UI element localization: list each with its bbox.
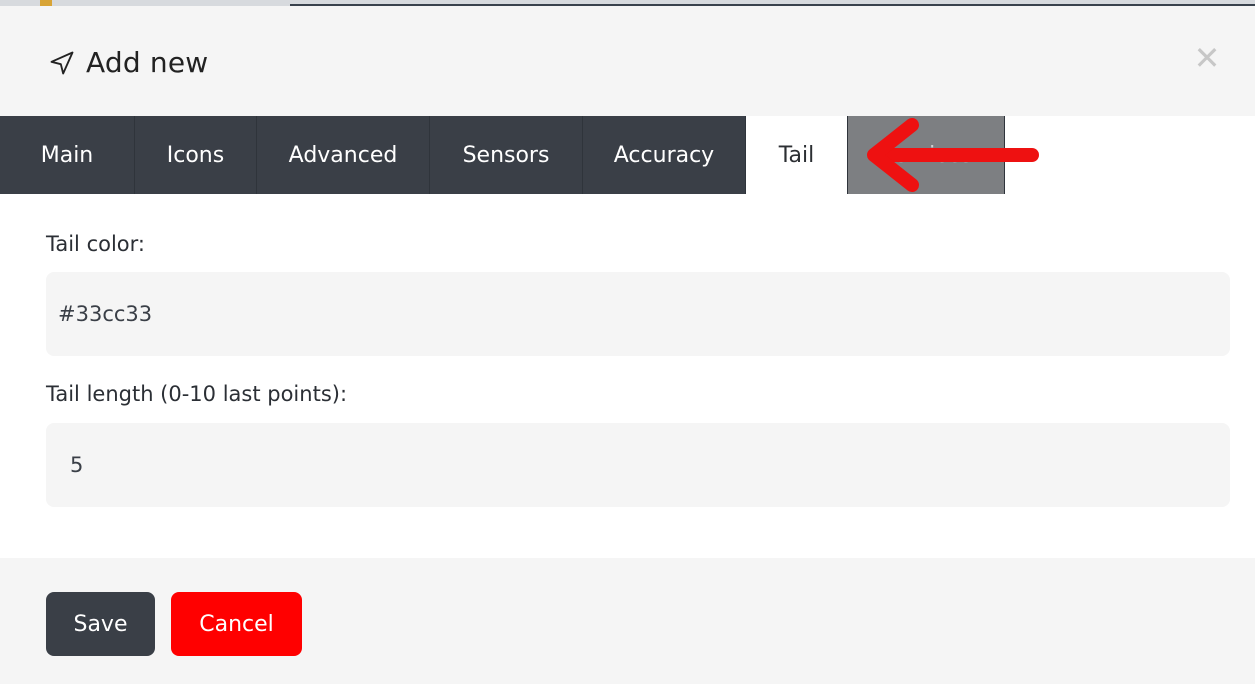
tab-label: Sensors bbox=[462, 142, 550, 168]
close-button[interactable]: ✕ bbox=[1189, 39, 1225, 77]
tab-accuracy[interactable]: Accuracy bbox=[583, 116, 746, 194]
tab-tail[interactable]: Tail bbox=[746, 116, 848, 194]
dialog-footer: Save Cancel bbox=[0, 558, 1255, 684]
annotation-arrow bbox=[867, 118, 1039, 192]
tail-color-field[interactable]: #33cc33 bbox=[46, 272, 1230, 356]
tail-length-field[interactable]: 5 bbox=[46, 423, 1230, 507]
tab-label: Tail bbox=[778, 142, 815, 168]
tab-label: Advanced bbox=[288, 142, 398, 168]
tab-label: Accuracy bbox=[613, 142, 715, 168]
navigation-arrow-icon bbox=[50, 51, 74, 74]
tab-label: Main bbox=[40, 142, 94, 168]
dialog-title-group: Add new bbox=[48, 46, 208, 79]
tab-icons[interactable]: Icons bbox=[135, 116, 257, 194]
close-icon: ✕ bbox=[1193, 39, 1221, 77]
tail-length-value: 5 bbox=[70, 453, 84, 477]
tab-sensors[interactable]: Sensors bbox=[430, 116, 583, 194]
tail-color-value: #33cc33 bbox=[58, 302, 153, 326]
tail-color-label: Tail color: bbox=[46, 232, 145, 256]
tab-main[interactable]: Main bbox=[0, 116, 135, 194]
dialog-header: Add new ✕ bbox=[0, 6, 1255, 116]
tab-advanced[interactable]: Advanced bbox=[257, 116, 430, 194]
cancel-button[interactable]: Cancel bbox=[171, 592, 302, 656]
tab-label: Icons bbox=[166, 142, 225, 168]
save-button[interactable]: Save bbox=[46, 592, 155, 656]
tail-length-label: Tail length (0-10 last points): bbox=[46, 382, 348, 406]
dialog-title: Add new bbox=[86, 46, 209, 79]
